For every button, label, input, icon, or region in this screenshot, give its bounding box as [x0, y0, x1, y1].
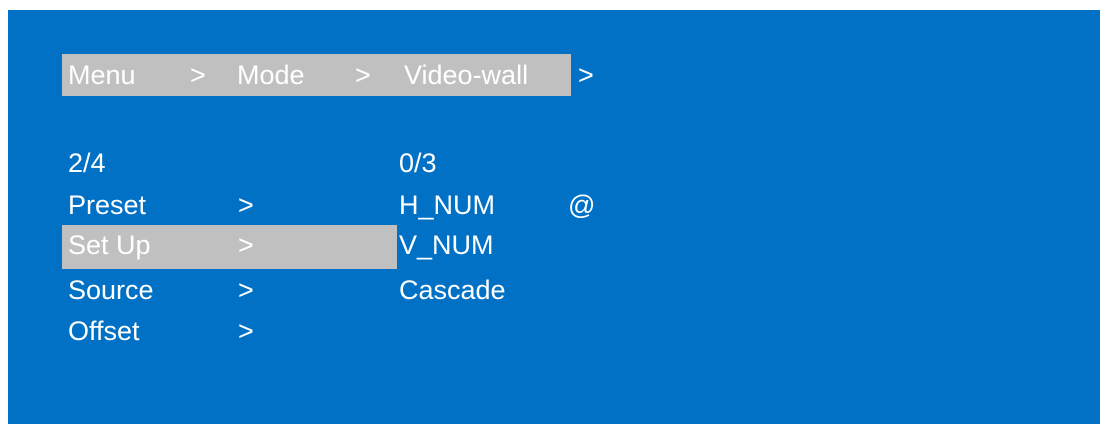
menu-item-source[interactable]: Source [68, 277, 154, 304]
breadcrumb-separator-2: > [355, 60, 371, 90]
active-marker-icon: @ [568, 190, 596, 220]
menu-item-preset[interactable]: Preset [68, 192, 146, 219]
breadcrumb-separator-1: > [190, 60, 206, 90]
breadcrumb-menu[interactable]: Menu [68, 62, 136, 89]
submenu-item-cascade[interactable]: Cascade [399, 277, 506, 304]
submenu-arrow-preset: > [238, 190, 254, 220]
breadcrumb-mode[interactable]: Mode [237, 62, 305, 89]
osd-screen: Menu > Mode > Video-wall > 2/4 Preset > … [8, 10, 1100, 424]
left-page-indicator: 2/4 [68, 148, 106, 178]
submenu-item-h-num[interactable]: H_NUM [399, 192, 495, 219]
menu-item-set-up[interactable]: Set Up [68, 232, 151, 259]
right-page-indicator: 0/3 [399, 148, 437, 178]
submenu-arrow-source: > [238, 275, 254, 305]
menu-item-offset[interactable]: Offset [68, 318, 140, 345]
breadcrumb-trailing-arrow: > [578, 60, 594, 90]
submenu-arrow-set-up: > [238, 230, 254, 260]
submenu-item-v-num[interactable]: V_NUM [399, 232, 494, 259]
submenu-arrow-offset: > [238, 316, 254, 346]
breadcrumb-video-wall[interactable]: Video-wall [404, 62, 528, 89]
